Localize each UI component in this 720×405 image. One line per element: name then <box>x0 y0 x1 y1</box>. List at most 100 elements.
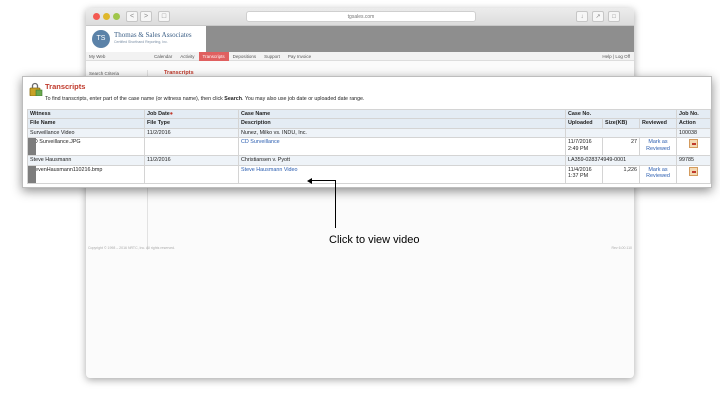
browser-titlebar: < > □ tgsales.com ↓ ↗ □ <box>86 8 634 26</box>
col-header-uploaded[interactable]: Uploaded <box>565 118 603 129</box>
job-date-cell: 11/2/2016 <box>144 127 239 139</box>
menu-item-depositions[interactable]: Depositions <box>229 52 261 61</box>
page-footer: Copyright © 1998 – 2016 NRTC, Inc. All r… <box>88 246 632 250</box>
close-window-button[interactable] <box>93 13 100 20</box>
uploaded-cell: 11/4/2016 1:37 PM <box>565 164 603 184</box>
transcripts-lock-icon <box>29 82 43 96</box>
uploaded-date: 11/4/2016 <box>568 166 592 173</box>
view-file-icon[interactable] <box>689 139 698 149</box>
brand-tagline: Certified Shorthand Reporting, Inc. <box>114 40 168 44</box>
minimize-window-button[interactable] <box>103 13 110 20</box>
menu-item-activity[interactable]: Activity <box>176 52 198 61</box>
witness-cell: Steve Hausmann <box>27 155 145 166</box>
instructions-pre: To find transcripts, enter part of the c… <box>45 96 225 102</box>
brand-name: Thomas & Sales Associates <box>114 31 192 39</box>
table-subheader-row: File Name File Type Description Uploaded… <box>27 118 711 129</box>
uploaded-date: 11/7/2016 <box>568 139 592 146</box>
menu-item-pay-invoice[interactable]: Pay Invoice <box>284 52 315 61</box>
panel-instructions: To find transcripts, enter part of the c… <box>45 96 364 102</box>
col-header-reviewed[interactable]: Reviewed <box>639 118 677 129</box>
menubar-title: My Web <box>89 54 106 59</box>
file-name-cell: StevenHausmann110216.bmp <box>27 164 145 184</box>
browser-window: < > □ tgsales.com ↓ ↗ □ TS Thomas & Sale… <box>86 8 634 378</box>
back-button[interactable]: < <box>126 11 138 22</box>
callout-label: Click to view video <box>329 234 420 246</box>
callout-arrow-horizontal <box>310 180 336 182</box>
transcripts-panel: Transcripts To find transcripts, enter p… <box>22 76 712 188</box>
uploaded-cell: 11/7/2016 2:49 PM <box>565 137 603 157</box>
col-header-description[interactable]: Description <box>238 118 566 129</box>
sidebar-toggle-icon[interactable]: □ <box>158 11 170 22</box>
description-cell: CD Surveillance <box>238 137 566 157</box>
witness-cell: Surveillance Video <box>27 127 145 139</box>
file-description-link[interactable]: CD Surveillance <box>241 139 280 145</box>
col-header-file-type[interactable]: File Type <box>144 118 239 129</box>
job-date-cell: 11/2/2016 <box>144 155 239 166</box>
site-header: TS Thomas & Sales Associates Certified S… <box>86 26 634 52</box>
version-text: Rev 6.00.110 <box>611 246 632 250</box>
reviewed-cell: Mark as Reviewed <box>639 164 677 184</box>
case-name-cell: Nunez, Milko vs. INDU, Inc. <box>238 127 566 139</box>
panel-header: Transcripts To find transcripts, enter p… <box>23 77 711 107</box>
file-indent-bar <box>28 165 36 183</box>
case-no-cell: LA359-028374949-0001 <box>565 155 677 166</box>
job-date-label: Job Date <box>147 111 170 117</box>
col-header-job-date[interactable]: Job Date● <box>144 108 239 120</box>
case-no-cell <box>565 127 677 139</box>
menu-item-transcripts[interactable]: Transcripts <box>198 52 229 61</box>
table-row[interactable]: Steve Hausmann 11/2/2016 Christiansen v.… <box>27 155 711 166</box>
mark-reviewed-link[interactable]: Mark as Reviewed <box>646 139 670 151</box>
share-icon[interactable]: ↗ <box>592 11 604 22</box>
size-cell: 1,226 <box>602 164 640 184</box>
description-cell: Steve Hausmann Video <box>238 164 566 184</box>
file-type-cell <box>144 164 239 184</box>
table-header-row: Witness Job Date● Case Name Case No. Job… <box>27 108 711 120</box>
col-header-action[interactable]: Action <box>676 118 711 129</box>
col-header-witness[interactable]: Witness <box>27 108 145 120</box>
menu-item-calendar[interactable]: Calendar <box>150 52 176 61</box>
instructions-search-word: Search <box>224 96 242 102</box>
transcripts-table: Witness Job Date● Case Name Case No. Job… <box>27 108 711 184</box>
col-header-case-name[interactable]: Case Name <box>238 108 566 120</box>
mark-reviewed-line1: Mark as <box>648 166 668 173</box>
panel-title: Transcripts <box>45 82 86 91</box>
copyright-text: Copyright © 1998 – 2016 NRTC, Inc. All r… <box>88 246 175 250</box>
file-name-cell: CD Surveillance.JPG <box>27 137 145 157</box>
file-description-link[interactable]: Steve Hausmann Video <box>241 167 298 173</box>
file-type-cell <box>144 137 239 157</box>
main-menubar: My Web Calendar Activity Transcripts Dep… <box>86 52 634 61</box>
callout-arrow-vertical <box>335 180 337 228</box>
job-no-cell: 99785 <box>676 155 711 166</box>
zoom-window-button[interactable] <box>113 13 120 20</box>
url-bar[interactable]: tgsales.com <box>246 11 476 22</box>
site-logo[interactable]: TS Thomas & Sales Associates Certified S… <box>86 26 206 52</box>
col-header-file-name[interactable]: File Name <box>27 118 145 129</box>
action-cell <box>676 164 711 184</box>
main-menu: Calendar Activity Transcripts Deposition… <box>150 52 315 61</box>
col-header-case-no[interactable]: Case No. <box>565 108 677 120</box>
file-row[interactable]: StevenHausmann110216.bmp Steve Hausmann … <box>27 164 711 184</box>
mark-reviewed-line1: Mark as <box>648 139 668 146</box>
file-name: CD Surveillance.JPG <box>30 139 81 146</box>
reviewed-cell: Mark as Reviewed <box>639 137 677 157</box>
uploaded-time: 1:37 PM <box>568 173 589 180</box>
instructions-post: . You may also use job date or uploaded … <box>241 96 365 102</box>
forward-button[interactable]: > <box>140 11 152 22</box>
col-header-job-no[interactable]: Job No. <box>676 108 711 120</box>
job-no-cell: 100038 <box>676 127 711 139</box>
required-marker-icon: ● <box>169 111 174 117</box>
help-logoff-links[interactable]: Help | Log Off <box>602 54 630 59</box>
tabs-icon[interactable]: □ <box>608 11 620 22</box>
menu-item-support[interactable]: Support <box>260 52 284 61</box>
view-file-icon[interactable] <box>689 166 698 176</box>
action-cell <box>676 137 711 157</box>
mark-reviewed-link[interactable]: Mark as Reviewed <box>646 167 670 179</box>
table-row[interactable]: Surveillance Video 11/2/2016 Nunez, Milk… <box>27 127 711 139</box>
file-name: StevenHausmann110216.bmp <box>30 166 103 173</box>
col-header-size[interactable]: Size(KB) <box>602 118 640 129</box>
logo-mark-icon: TS <box>92 30 110 48</box>
case-name-cell: Christiansen v. Pyott <box>238 155 566 166</box>
mark-reviewed-line2: Reviewed <box>646 145 670 152</box>
file-row[interactable]: CD Surveillance.JPG CD Surveillance 11/7… <box>27 137 711 157</box>
download-icon[interactable]: ↓ <box>576 11 588 22</box>
